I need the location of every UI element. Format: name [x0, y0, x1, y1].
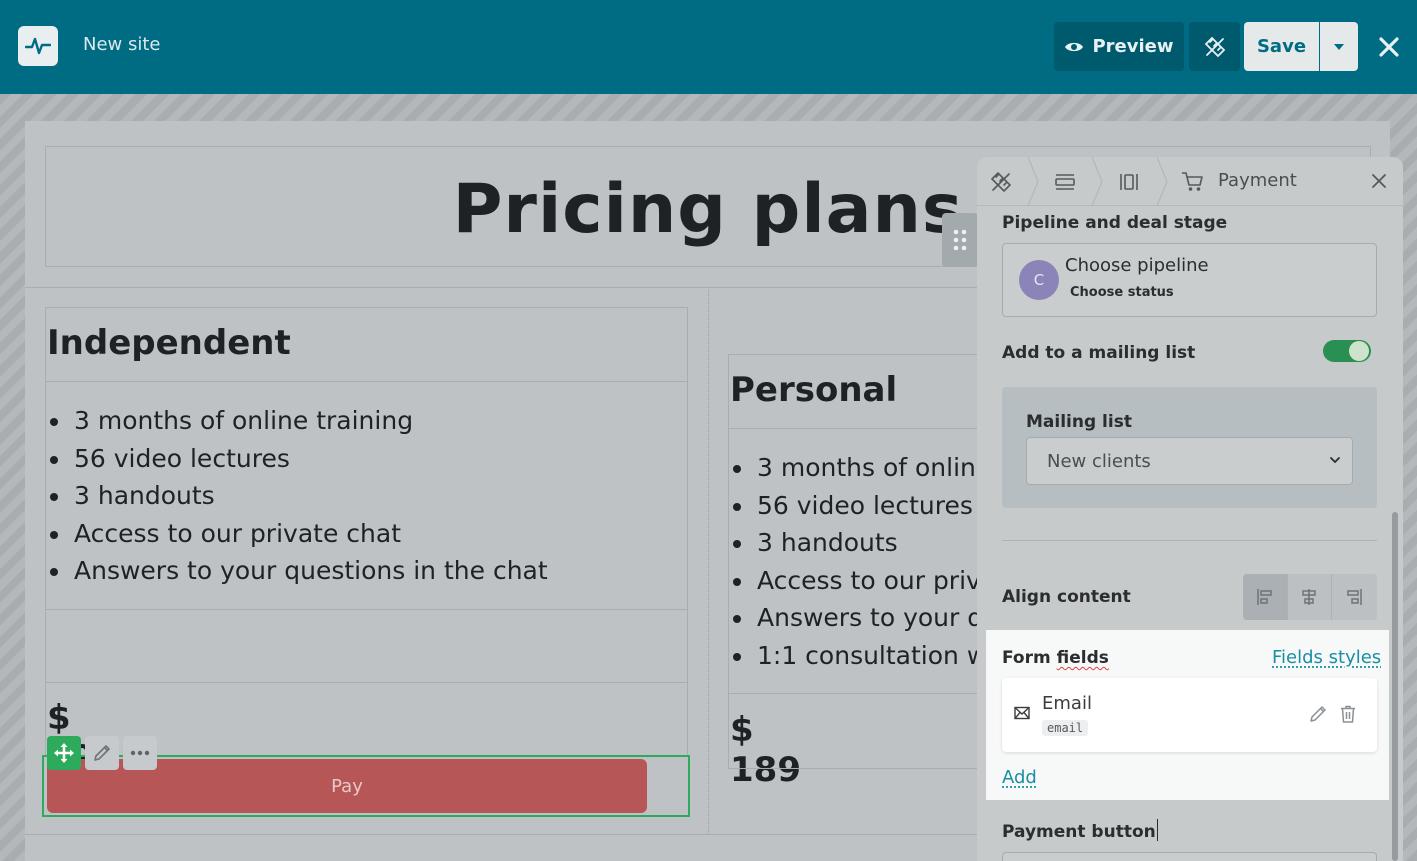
- toggle-knob: [1349, 341, 1369, 361]
- panel-title: Payment: [1218, 170, 1297, 191]
- card-border: [687, 307, 688, 755]
- close-panel-button[interactable]: [1367, 169, 1391, 193]
- column-divider: [708, 289, 709, 834]
- pipeline-value: Choose pipeline: [1065, 255, 1209, 276]
- block-drag-handle[interactable]: [942, 213, 978, 267]
- eye-icon: [1065, 42, 1084, 51]
- list-item: Access to our privat: [729, 562, 1009, 600]
- breadcrumb-separator: [1091, 157, 1103, 206]
- form-fields-section: Form fields Fields styles Email email Ad…: [986, 630, 1389, 800]
- form-fields-label: Form fields: [1002, 648, 1109, 668]
- list-item: 56 video lectures: [729, 487, 1009, 525]
- pipeline-selector[interactable]: C Choose pipeline Choose status: [1002, 243, 1377, 317]
- plan-name[interactable]: Personal: [730, 370, 897, 410]
- panel-breadcrumb: Payment: [977, 157, 1403, 206]
- close-icon: [1379, 37, 1399, 57]
- plan-name[interactable]: Independent: [47, 323, 291, 363]
- card-divider: [45, 609, 687, 610]
- align-content-label: Align content: [1002, 587, 1131, 607]
- preview-button[interactable]: Preview: [1054, 22, 1184, 71]
- card-divider: [45, 682, 687, 683]
- list-item: 3 handouts: [46, 477, 548, 515]
- breadcrumb-column[interactable]: [1118, 165, 1140, 199]
- panel-scrollbar[interactable]: [1392, 512, 1398, 861]
- chevron-down-icon: [1330, 457, 1340, 464]
- card-divider: [728, 428, 988, 429]
- ruler-pencil-icon: [990, 171, 1012, 193]
- cart-icon: [1182, 172, 1203, 191]
- list-item: Answers to your qu: [729, 599, 1009, 637]
- pipeline-label: Pipeline and deal stage: [1002, 213, 1228, 233]
- list-item: Answers to your questions in the chat: [46, 552, 548, 590]
- mailing-list-toggle[interactable]: [1323, 340, 1371, 362]
- caret-down-icon: [1334, 43, 1344, 50]
- feature-list[interactable]: 3 months of online t 56 video lectures 3…: [729, 449, 1009, 674]
- card-divider: [45, 381, 687, 382]
- card-border: [728, 768, 988, 769]
- breadcrumb-section[interactable]: [1054, 165, 1076, 199]
- pencil-icon: [94, 745, 110, 761]
- list-item: 3 months of online training: [46, 402, 548, 440]
- ellipsis-icon: [130, 750, 150, 756]
- close-icon: [1372, 174, 1386, 188]
- align-right-icon: [1347, 589, 1363, 605]
- pulse-icon: [25, 37, 51, 55]
- envelope-icon: [1014, 706, 1030, 720]
- mailing-list-label: Mailing list: [1026, 412, 1132, 432]
- mailing-toggle-label: Add to a mailing list: [1002, 343, 1196, 363]
- align-right-button[interactable]: [1332, 574, 1377, 620]
- field-key-badge: email: [1042, 720, 1089, 736]
- list-item: 56 video lectures: [46, 440, 548, 478]
- align-content-control: [1243, 574, 1377, 620]
- panel-divider: [1002, 540, 1377, 541]
- align-left-button[interactable]: [1243, 574, 1288, 620]
- add-field-link[interactable]: Add: [1002, 767, 1037, 788]
- card-border: [728, 354, 988, 355]
- align-left-icon: [1257, 589, 1272, 605]
- app-logo[interactable]: [18, 26, 58, 66]
- field-name: Email: [1042, 693, 1092, 714]
- breadcrumb-separator: [1027, 157, 1039, 206]
- payment-button-label: Payment button: [1002, 819, 1158, 842]
- top-bar: New site Preview Save: [0, 0, 1417, 94]
- mailing-list-value: New clients: [1047, 451, 1151, 472]
- edit-block-button[interactable]: [85, 736, 119, 770]
- list-item: Access to our private chat: [46, 515, 548, 553]
- form-field-item[interactable]: Email email: [1002, 678, 1377, 752]
- site-name[interactable]: New site: [83, 34, 161, 55]
- list-item: 3 months of online t: [729, 449, 1009, 487]
- save-options-button[interactable]: [1320, 22, 1358, 71]
- ruler-pencil-icon: [1204, 36, 1225, 57]
- list-item: 1:1 consultation wit: [729, 637, 1009, 675]
- mailing-list-section: Mailing list New clients: [1002, 387, 1377, 508]
- trash-icon[interactable]: [1338, 704, 1358, 724]
- card-divider: [728, 693, 988, 694]
- align-center-button[interactable]: [1288, 574, 1333, 620]
- close-editor-button[interactable]: [1370, 28, 1408, 66]
- breadcrumb-separator: [1156, 157, 1168, 206]
- move-block-button[interactable]: [47, 736, 81, 770]
- section-icon: [1055, 174, 1075, 190]
- fields-styles-link[interactable]: Fields styles: [1272, 647, 1381, 668]
- column-icon: [1120, 174, 1138, 190]
- preview-label: Preview: [1092, 36, 1174, 57]
- text-caret: [1156, 819, 1158, 841]
- payment-button-field[interactable]: [1002, 852, 1377, 861]
- list-item: 3 handouts: [729, 524, 1009, 562]
- feature-list[interactable]: 3 months of online training 56 video lec…: [46, 402, 548, 590]
- mailing-list-select[interactable]: New clients: [1026, 437, 1353, 485]
- design-button[interactable]: [1189, 22, 1240, 71]
- align-center-icon: [1302, 589, 1317, 605]
- avatar: C: [1019, 260, 1059, 300]
- grip-icon: [953, 229, 967, 251]
- card-border: [45, 307, 687, 308]
- breadcrumb-payment[interactable]: [1181, 165, 1205, 199]
- save-button[interactable]: Save: [1244, 22, 1319, 71]
- more-options-button[interactable]: [123, 736, 157, 770]
- pencil-icon[interactable]: [1308, 704, 1328, 724]
- status-value: Choose status: [1070, 285, 1174, 300]
- breadcrumb-design[interactable]: [989, 165, 1013, 199]
- plan-price[interactable]: $ 189: [730, 710, 801, 790]
- move-icon: [54, 743, 74, 763]
